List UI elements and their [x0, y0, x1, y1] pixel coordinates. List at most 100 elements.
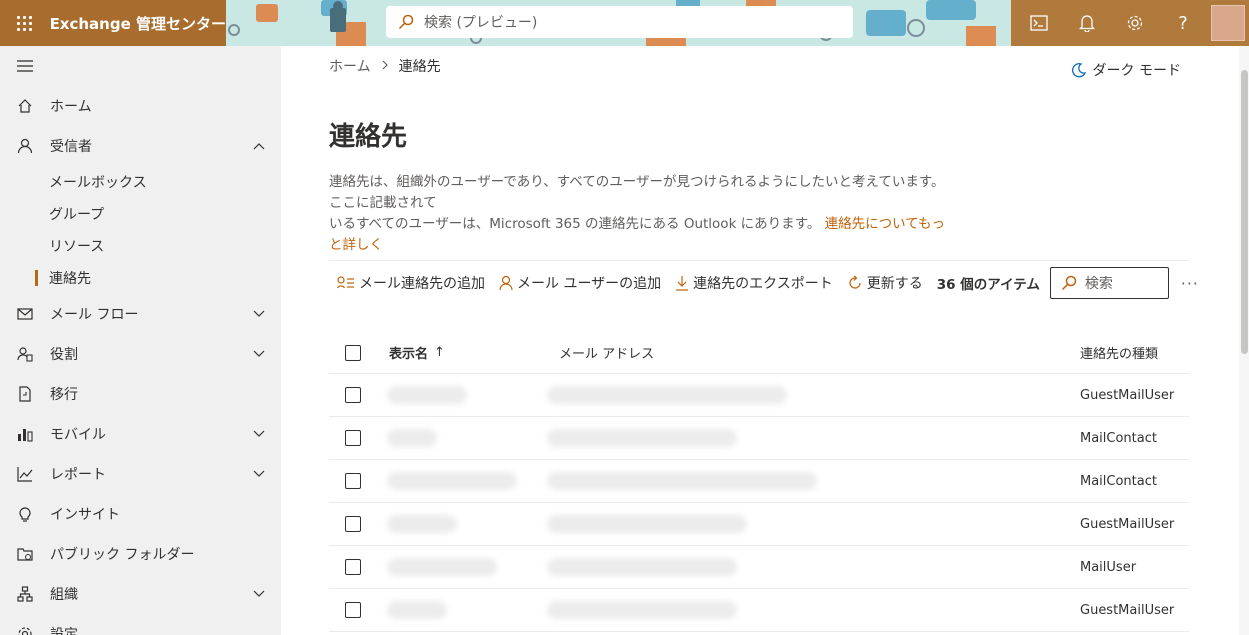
- nav-subitem-mailboxes[interactable]: メールボックス: [0, 166, 281, 198]
- nav-item-insights[interactable]: インサイト: [0, 494, 281, 534]
- dark-mode-label: ダーク モード: [1092, 63, 1181, 79]
- person-icon: [499, 275, 513, 291]
- add-mail-user-button[interactable]: メール ユーザーの追加: [499, 273, 661, 293]
- nav-item-home[interactable]: ホーム: [0, 86, 281, 126]
- breadcrumb: ホーム 連絡先: [329, 56, 441, 76]
- chevron-right-icon: [381, 58, 389, 74]
- cloud-shell-button[interactable]: [1015, 0, 1063, 46]
- nav-item-label: インサイト: [50, 507, 120, 523]
- table-row[interactable]: MailContact: [329, 460, 1189, 503]
- nav-item-reports[interactable]: レポート: [0, 454, 281, 494]
- nav-item-recipients[interactable]: 受信者: [0, 126, 281, 166]
- folder-icon: [0, 547, 50, 561]
- top-header: Exchange 管理センター 検索 (プレビュー) ?: [0, 0, 1249, 46]
- contact-type-cell: GuestMailUser: [1080, 387, 1175, 403]
- redacted-email: [547, 429, 737, 447]
- nav-item-mobile[interactable]: モバイル: [0, 414, 281, 454]
- home-icon: [0, 98, 50, 114]
- nav-item-label: パブリック フォルダー: [50, 547, 195, 563]
- table-row[interactable]: GuestMailUser: [329, 589, 1189, 632]
- waffle-icon: [17, 15, 33, 31]
- breadcrumb-current: 連絡先: [398, 59, 441, 75]
- settings-icon: [0, 626, 50, 635]
- column-header-display-name[interactable]: 表示名 ↑: [389, 343, 445, 362]
- breadcrumb-home[interactable]: ホーム: [329, 56, 371, 76]
- contact-type-cell: GuestMailUser: [1080, 516, 1175, 532]
- nav-item-migration[interactable]: 移行: [0, 374, 281, 414]
- row-checkbox[interactable]: [345, 430, 361, 446]
- settings-button[interactable]: [1111, 0, 1159, 46]
- more-options-icon[interactable]: ···: [1181, 274, 1199, 293]
- avatar[interactable]: [1211, 5, 1245, 41]
- row-checkbox[interactable]: [345, 473, 361, 489]
- nav-item-settings[interactable]: 設定: [0, 614, 281, 635]
- help-button[interactable]: ?: [1159, 0, 1207, 46]
- org-icon: [0, 586, 50, 602]
- search-icon: [1061, 275, 1077, 291]
- row-checkbox[interactable]: [345, 387, 361, 403]
- add-mail-contact-button[interactable]: メール連絡先の追加: [337, 273, 485, 293]
- redacted-name: [387, 515, 457, 533]
- contact-type-cell: MailUser: [1080, 559, 1137, 575]
- nav-subitem-contacts[interactable]: 連絡先: [0, 262, 281, 294]
- table-row[interactable]: GuestMailUser: [329, 503, 1189, 546]
- contact-type-cell: MailContact: [1080, 430, 1157, 446]
- table-row[interactable]: GuestMailUser: [329, 374, 1189, 417]
- bell-icon: [1079, 15, 1095, 32]
- table-row[interactable]: MailUser: [329, 546, 1189, 589]
- chevron-down-icon: [253, 426, 265, 442]
- nav-item-public-folders[interactable]: パブリック フォルダー: [0, 534, 281, 574]
- export-contacts-button[interactable]: 連絡先のエクスポート: [675, 273, 833, 293]
- app-title[interactable]: Exchange 管理センター: [50, 13, 226, 34]
- vertical-scrollbar[interactable]: [1239, 46, 1249, 635]
- nav-item-label: 移行: [50, 387, 78, 403]
- redacted-name: [387, 472, 517, 490]
- page-title: 連絡先: [329, 122, 408, 152]
- column-header-contact-type[interactable]: 連絡先の種類: [1080, 343, 1158, 362]
- dark-mode-toggle[interactable]: ダーク モード: [1071, 60, 1181, 80]
- page-description: 連絡先は、組織外のユーザーであり、すべてのユーザーが見つけられるようにしたいと考…: [329, 172, 949, 256]
- export-contacts-label: 連絡先のエクスポート: [693, 276, 833, 292]
- table-header: 表示名 ↑ メール アドレス 連絡先の種類: [329, 332, 1189, 374]
- list-search-input[interactable]: 検索: [1049, 267, 1169, 299]
- row-checkbox[interactable]: [345, 516, 361, 532]
- contact-type-cell: MailContact: [1080, 473, 1157, 489]
- migrate-icon: [0, 386, 50, 402]
- row-checkbox[interactable]: [345, 602, 361, 618]
- description-text: 連絡先は、組織外のユーザーであり、すべてのユーザーが見つけられるようにしたいと考…: [329, 174, 945, 211]
- chevron-down-icon: [253, 346, 265, 362]
- refresh-button[interactable]: 更新する: [847, 273, 923, 293]
- search-icon: [398, 14, 414, 30]
- nav-item-mail-flow[interactable]: メール フロー: [0, 294, 281, 334]
- nav-collapse-button[interactable]: [0, 46, 281, 86]
- redacted-name: [387, 558, 497, 576]
- question-icon: ?: [1178, 12, 1188, 34]
- nav-item-organization[interactable]: 組織: [0, 574, 281, 614]
- global-search-placeholder: 検索 (プレビュー): [424, 15, 538, 31]
- header-actions: ?: [1011, 0, 1249, 46]
- chevron-down-icon: [253, 586, 265, 602]
- global-search[interactable]: 検索 (プレビュー): [386, 6, 853, 38]
- main-content: ホーム 連絡先 ダーク モード 連絡先 連絡先は、組織外のユーザーであり、すべて…: [281, 46, 1239, 635]
- select-all-checkbox[interactable]: [345, 344, 361, 361]
- moon-icon: [1071, 63, 1086, 78]
- scrollbar-thumb[interactable]: [1241, 70, 1248, 354]
- nav-item-roles[interactable]: 役割: [0, 334, 281, 374]
- nav-item-label: ホーム: [50, 99, 92, 115]
- divider: [329, 260, 1189, 261]
- description-text-2: いるすべてのユーザーは、Microsoft 365 の連絡先にある Outloo…: [329, 216, 821, 232]
- item-count: 36 個のアイテム: [936, 277, 1040, 293]
- table-row[interactable]: MailContact: [329, 417, 1189, 460]
- gear-icon: [1127, 15, 1143, 31]
- nav-subitem-groups[interactable]: グループ: [0, 198, 281, 230]
- row-checkbox[interactable]: [345, 559, 361, 575]
- contact-list-icon: [337, 276, 355, 290]
- role-icon: [0, 346, 50, 362]
- nav-subitem-resources[interactable]: リソース: [0, 230, 281, 262]
- chevron-down-icon: [253, 306, 265, 322]
- column-header-email[interactable]: メール アドレス: [559, 343, 654, 362]
- mail-icon: [0, 307, 50, 321]
- app-launcher-button[interactable]: [0, 0, 50, 46]
- nav-item-label: レポート: [50, 467, 106, 483]
- notifications-button[interactable]: [1063, 0, 1111, 46]
